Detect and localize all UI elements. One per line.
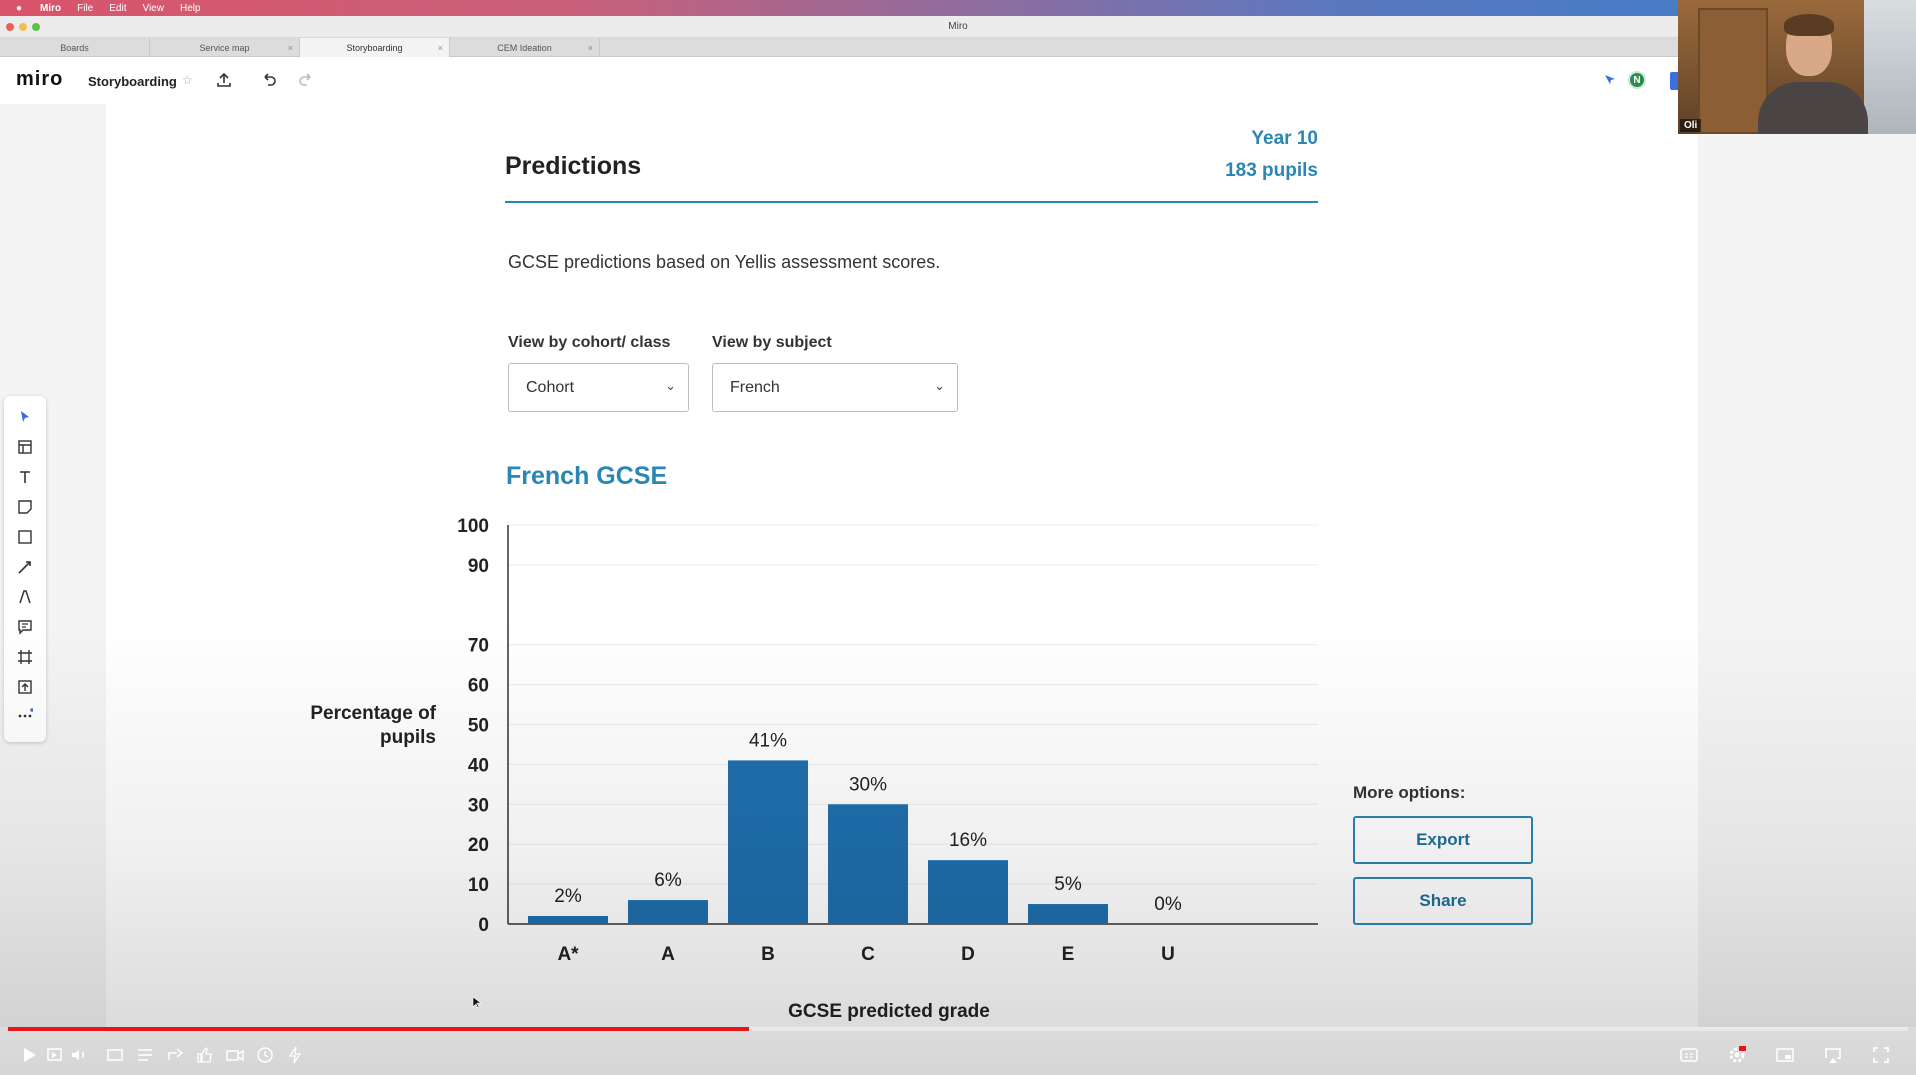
chart-bar: [528, 916, 608, 924]
chart-bar: [928, 860, 1008, 924]
chart-x-tick-label: A: [661, 944, 675, 965]
chart-x-tick-label: B: [761, 944, 775, 965]
video-controls: [0, 1036, 1916, 1075]
like-icon[interactable]: [194, 1044, 216, 1066]
airplay-icon[interactable]: [1822, 1044, 1844, 1066]
captions-icon[interactable]: [1678, 1044, 1700, 1066]
next-icon[interactable]: [44, 1044, 66, 1066]
fullscreen-icon[interactable]: [1870, 1044, 1892, 1066]
chart-x-tick-label: E: [1062, 944, 1075, 965]
miniplayer-icon[interactable]: [1774, 1044, 1796, 1066]
camera-icon[interactable]: [224, 1044, 246, 1066]
chart-bar: [728, 760, 808, 924]
chart-y-tick-label: 30: [468, 795, 489, 816]
chart-bar: [828, 804, 908, 924]
chapters-icon[interactable]: [134, 1044, 156, 1066]
export-button[interactable]: Export: [1353, 816, 1533, 864]
chart-x-tick-label: U: [1161, 944, 1175, 965]
more-options-label: More options:: [1353, 783, 1466, 802]
chart-y-tick-label: 60: [468, 676, 489, 697]
chart-data-label: 0%: [1154, 894, 1182, 915]
chart-y-tick-label: 40: [468, 755, 489, 776]
play-icon[interactable]: [18, 1044, 40, 1066]
bar-chart: 0 10 20 30 40 50 60 70 90 100 2% A* 6% A 41% B 30% C 16% D 5…: [457, 516, 1318, 965]
lightning-icon[interactable]: [284, 1044, 306, 1066]
volume-icon[interactable]: [68, 1044, 90, 1066]
chart-y-tick-label: 100: [457, 516, 489, 537]
caption-stack-icon[interactable]: [104, 1044, 126, 1066]
settings-gear-icon[interactable]: [1726, 1044, 1748, 1066]
chart-bar: [1028, 904, 1108, 924]
chart-bar: [628, 900, 708, 924]
chart-data-label: 41%: [749, 730, 787, 751]
chart-y-tick-label: 0: [478, 915, 489, 936]
chart-y-tick-label: 10: [468, 875, 489, 896]
chart-y-tick-label: 70: [468, 636, 489, 657]
chart-y-tick-label: 20: [468, 835, 489, 856]
video-progress-fill[interactable]: [8, 1027, 749, 1031]
chart-data-label: 16%: [949, 830, 987, 851]
chart-data-label: 6%: [654, 870, 682, 891]
watch-later-icon[interactable]: [254, 1044, 276, 1066]
chart-x-tick-label: A*: [557, 944, 579, 965]
chart-data-label: 30%: [849, 774, 887, 795]
chart-x-tick-label: D: [961, 944, 975, 965]
chart-data-label: 5%: [1054, 874, 1082, 895]
mouse-cursor-icon: [472, 996, 482, 1009]
share-video-icon[interactable]: [164, 1044, 186, 1066]
chart-data-label: 2%: [554, 886, 582, 907]
chart-y-tick-label: 90: [468, 556, 489, 577]
share-button[interactable]: Share: [1353, 877, 1533, 925]
chart-x-tick-label: C: [861, 944, 875, 965]
chart-y-tick-label: 50: [468, 716, 489, 737]
